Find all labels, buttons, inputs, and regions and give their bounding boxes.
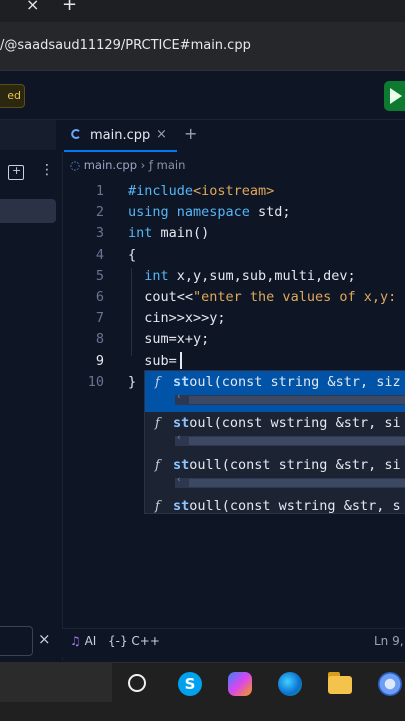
- code-line[interactable]: int x,y,sum,sub,multi,dev;: [128, 267, 356, 284]
- autocomplete-item[interactable]: fstoull(const wstring &str, s‹: [145, 495, 405, 514]
- folder-icon[interactable]: [328, 676, 352, 694]
- horizontal-scrollbar[interactable]: ‹: [175, 392, 405, 405]
- file-tree-header: [0, 120, 56, 150]
- function-kind-icon: f: [155, 457, 160, 473]
- status-badge: ed: [0, 84, 25, 108]
- function-kind-icon: f: [155, 498, 160, 514]
- function-kind-icon: f: [155, 375, 160, 390]
- browser-tabbar: [0, 0, 405, 22]
- run-button[interactable]: [384, 81, 405, 111]
- breadcrumb-function[interactable]: main: [157, 158, 186, 172]
- function-kind-icon: f: [155, 416, 160, 432]
- breadcrumb-separator: ›: [140, 158, 146, 172]
- code-token: "enter the values of x,y:: [193, 289, 397, 305]
- browser-icon[interactable]: [378, 672, 402, 696]
- browser-tab-close-button[interactable]: ×: [26, 0, 39, 14]
- text-cursor: [180, 352, 182, 369]
- code-token: using namespace: [128, 204, 250, 221]
- code-token: cout<<: [128, 289, 194, 305]
- code-token: #include: [128, 183, 194, 199]
- file-tree-item-selected[interactable]: [0, 199, 56, 223]
- autocomplete-item[interactable]: f stoull(const string &str, si ‹: [145, 454, 405, 495]
- code-line[interactable]: cout<<"enter the values of x,y:: [128, 289, 396, 305]
- autocomplete-item[interactable]: f stoul(const wstring &str, si ‹: [145, 412, 405, 453]
- taskbar-search-area[interactable]: [0, 662, 112, 702]
- more-options-icon[interactable]: ⋮: [40, 162, 54, 178]
- scrollbar-thumb[interactable]: [189, 478, 405, 487]
- line-number: 9: [95, 352, 104, 369]
- ai-label: AI: [84, 634, 97, 648]
- line-number: 3: [95, 225, 104, 242]
- copilot-icon[interactable]: [228, 672, 252, 696]
- horizontal-scrollbar[interactable]: ‹: [175, 475, 405, 488]
- code-line[interactable]: {: [128, 247, 136, 263]
- autocomplete-item-label: stoul(const wstring &str, si: [173, 415, 401, 432]
- code-line[interactable]: using namespace std;: [128, 204, 291, 220]
- scrollbar-thumb[interactable]: [189, 437, 405, 446]
- code-token: int: [128, 225, 153, 242]
- code-line[interactable]: }: [128, 374, 136, 390]
- plus-icon: +: [12, 164, 22, 177]
- code-token: std;: [249, 204, 291, 221]
- horizontal-scrollbar[interactable]: ‹: [175, 433, 405, 447]
- autocomplete-popup: f stoul(const string &str, siz ‹ f stoul(con…: [144, 370, 405, 514]
- code-line[interactable]: cin>>x>>y;: [128, 310, 226, 327]
- autocomplete-item-label: stoull(const string &str, si: [173, 456, 401, 473]
- cpp-file-icon: [71, 129, 80, 139]
- line-number: 10: [87, 373, 104, 390]
- code-token: x,y,sum,sub,multi,dev;: [168, 267, 356, 284]
- line-number: 5: [95, 267, 104, 284]
- code-token: main(): [152, 225, 210, 242]
- url-text[interactable]: /@saadsaud11129/PRCTICE#main.cpp: [0, 38, 251, 53]
- browser-new-tab-button[interactable]: +: [62, 0, 77, 15]
- autocomplete-item-label: stoull(const wstring &str, s: [173, 497, 401, 514]
- language-indicator[interactable]: {-} C++: [108, 634, 160, 648]
- tab-main-cpp[interactable]: main.cpp ×: [64, 122, 177, 152]
- function-icon: ƒ: [148, 158, 153, 172]
- cpp-file-icon: ◌: [70, 158, 81, 172]
- code-line[interactable]: sub=: [128, 353, 177, 369]
- cursor-position[interactable]: Ln 9,: [374, 634, 404, 648]
- line-number: 4: [95, 246, 104, 263]
- code-line[interactable]: #include<iostream>: [128, 183, 274, 199]
- ai-icon: ♫: [70, 634, 81, 648]
- add-tab-button[interactable]: +: [184, 124, 197, 143]
- code-token: }: [128, 373, 137, 390]
- skype-icon[interactable]: S: [178, 672, 202, 696]
- breadcrumb: ◌ main.cpp › ƒ main: [70, 158, 185, 172]
- line-number: 1: [95, 183, 104, 199]
- ai-button[interactable]: ♫ AI: [70, 634, 96, 648]
- new-file-icon[interactable]: +: [8, 164, 24, 180]
- line-number: 7: [95, 310, 104, 327]
- code-token: {: [128, 246, 137, 263]
- code-line[interactable]: int main(): [128, 225, 209, 241]
- close-icon[interactable]: ×: [38, 630, 51, 648]
- search-icon[interactable]: [128, 674, 146, 692]
- code-token: int: [144, 267, 169, 284]
- scroll-left-icon[interactable]: ‹: [177, 433, 181, 443]
- tab-label: main.cpp: [90, 128, 151, 143]
- play-icon: [390, 88, 402, 104]
- breadcrumb-file[interactable]: main.cpp: [84, 158, 137, 172]
- line-number: 2: [95, 204, 104, 221]
- code-token: <iostream>: [193, 183, 275, 199]
- line-number: 8: [95, 331, 104, 348]
- code-token: sub=: [128, 352, 177, 369]
- scrollbar-thumb[interactable]: [189, 396, 405, 404]
- autocomplete-item[interactable]: f stoul(const string &str, siz ‹: [145, 371, 405, 412]
- autocomplete-item-label: stoul(const string &str, siz: [173, 374, 401, 390]
- scroll-left-icon[interactable]: ‹: [177, 475, 181, 485]
- scroll-left-icon[interactable]: ‹: [177, 392, 181, 402]
- file-tree-search-box[interactable]: [0, 626, 33, 656]
- edge-icon[interactable]: [278, 672, 302, 696]
- code-line[interactable]: sum=x+y;: [128, 331, 209, 347]
- line-number: 6: [95, 289, 104, 305]
- close-tab-icon[interactable]: ×: [156, 127, 167, 142]
- code-token: sum=x+y;: [128, 331, 210, 348]
- code-token: cin>>x>>y;: [128, 310, 226, 327]
- app-header: [0, 71, 405, 120]
